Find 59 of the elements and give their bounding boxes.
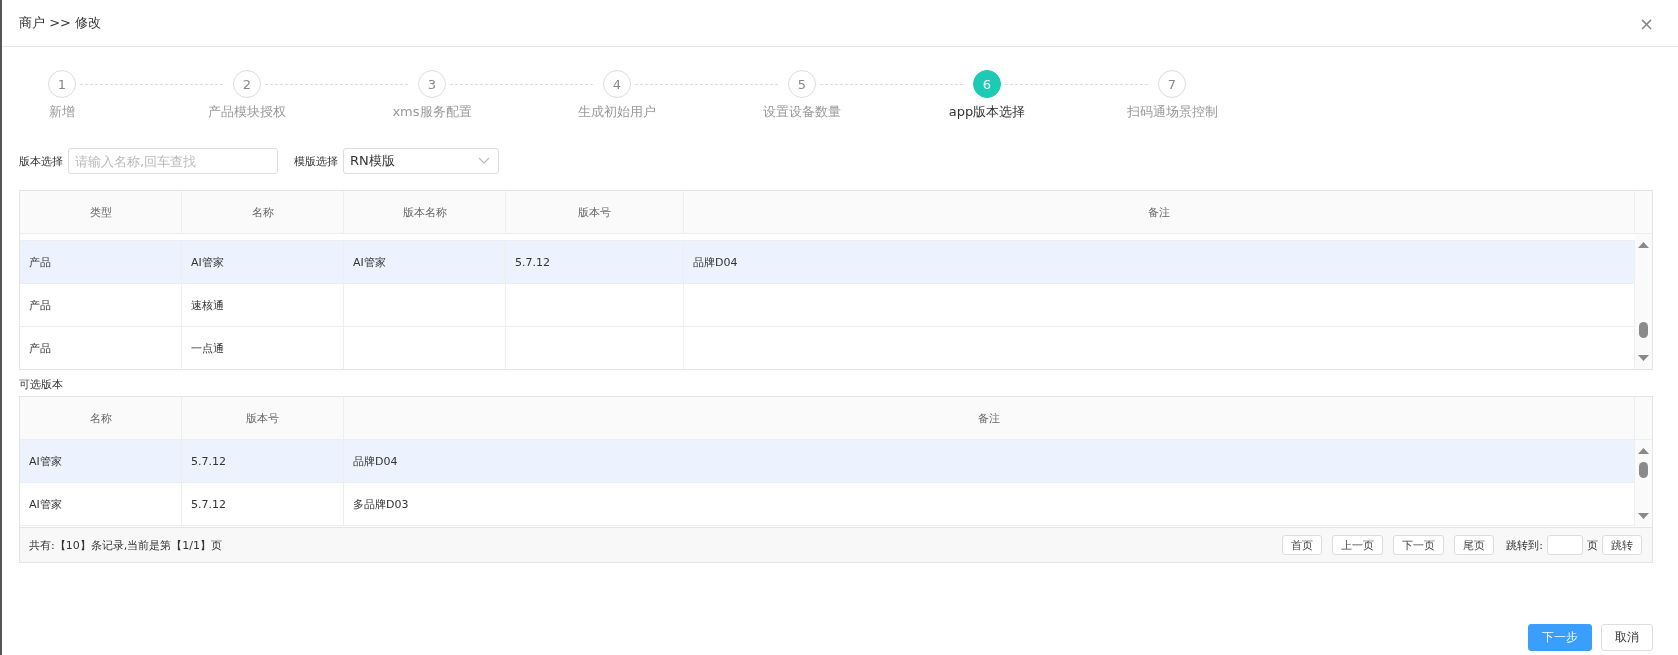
step-label: 设置设备数量 <box>763 103 841 121</box>
table-cell: 5.7.12 <box>182 483 344 525</box>
section-label: 可选版本 <box>19 378 63 391</box>
field-label: 模版选择 <box>294 153 338 169</box>
dialog-title: 商户 >> 修改 <box>19 14 102 32</box>
chevron-down-icon <box>478 157 490 165</box>
cancel-button[interactable]: 取消 <box>1601 624 1653 651</box>
step-label: 新增 <box>49 103 75 121</box>
table-cell: 产品 <box>20 284 182 326</box>
scrollbar-thumb[interactable] <box>1639 322 1648 338</box>
table-cell: AI管家 <box>20 440 182 482</box>
search-field[interactable]: 请输入名称,回车查找 <box>68 148 278 174</box>
step-label: xms服务配置 <box>392 103 472 121</box>
scrollbar-thumb[interactable] <box>1639 462 1648 478</box>
scroll-up-icon[interactable] <box>1638 242 1649 248</box>
column-header: 名称 <box>20 397 182 439</box>
table-cell: 一点通 <box>182 327 344 369</box>
step-label: 扫码通场景控制 <box>1126 103 1218 121</box>
table-cell: AI管家 <box>20 483 182 525</box>
column-header: 类型 <box>20 191 182 233</box>
column-header: 版本号 <box>182 397 344 439</box>
template-dropdown[interactable]: RN模版 <box>343 148 499 174</box>
page-button[interactable]: 下一页 <box>1393 535 1445 555</box>
close-button[interactable]: × <box>1638 12 1654 34</box>
step-label: 产品模块授权 <box>208 103 286 121</box>
table-row[interactable]: 产品 速核通 <box>20 284 1635 327</box>
table-row[interactable]: AI管家 5.7.12 品牌D04 <box>20 440 1635 483</box>
page-button[interactable]: 首页 <box>1282 535 1323 555</box>
table-cell: AI管家 <box>182 241 344 283</box>
table-row[interactable]: 产品 AI管家 AI管家 5.7.12 品牌D04 <box>20 241 1635 284</box>
step-number[interactable]: 1 <box>48 70 76 98</box>
page-button[interactable]: 尾页 <box>1454 535 1495 555</box>
step-label: app版本选择 <box>948 103 1026 121</box>
field-label: 版本选择 <box>19 153 63 169</box>
scroll-down-icon[interactable] <box>1638 355 1649 361</box>
table-cell: AI管家 <box>344 241 506 283</box>
column-header: 版本号 <box>506 191 684 233</box>
step-number[interactable]: 3 <box>418 70 446 98</box>
column-header: 名称 <box>182 191 344 233</box>
step-label: 生成初始用户 <box>578 103 656 121</box>
step-number[interactable]: 7 <box>1158 70 1186 98</box>
table-cell: 产品 <box>20 241 182 283</box>
column-header: 版本名称 <box>344 191 506 233</box>
scroll-up-icon[interactable] <box>1638 448 1649 454</box>
jump-button[interactable]: 跳转 <box>1602 535 1642 555</box>
pagination-summary: 共有:【10】条记录,当前是第【1/1】页 <box>29 537 223 553</box>
table-cell: 速核通 <box>182 284 344 326</box>
table-cell: 5.7.12 <box>506 241 684 283</box>
page-unit: 页 <box>1587 537 1598 553</box>
step-number[interactable]: 4 <box>603 70 631 98</box>
table-cell: 产品 <box>20 327 182 369</box>
page-number-field[interactable] <box>1547 535 1583 555</box>
page-button[interactable]: 上一页 <box>1332 535 1384 555</box>
table-row[interactable]: AI管家 5.7.12 多品牌D03 <box>20 483 1635 526</box>
scroll-down-icon[interactable] <box>1638 513 1649 519</box>
step-number[interactable]: 5 <box>788 70 816 98</box>
step-number[interactable]: 2 <box>233 70 261 98</box>
table-cell: 5.7.12 <box>182 440 344 482</box>
jump-label: 跳转到: <box>1506 537 1543 553</box>
